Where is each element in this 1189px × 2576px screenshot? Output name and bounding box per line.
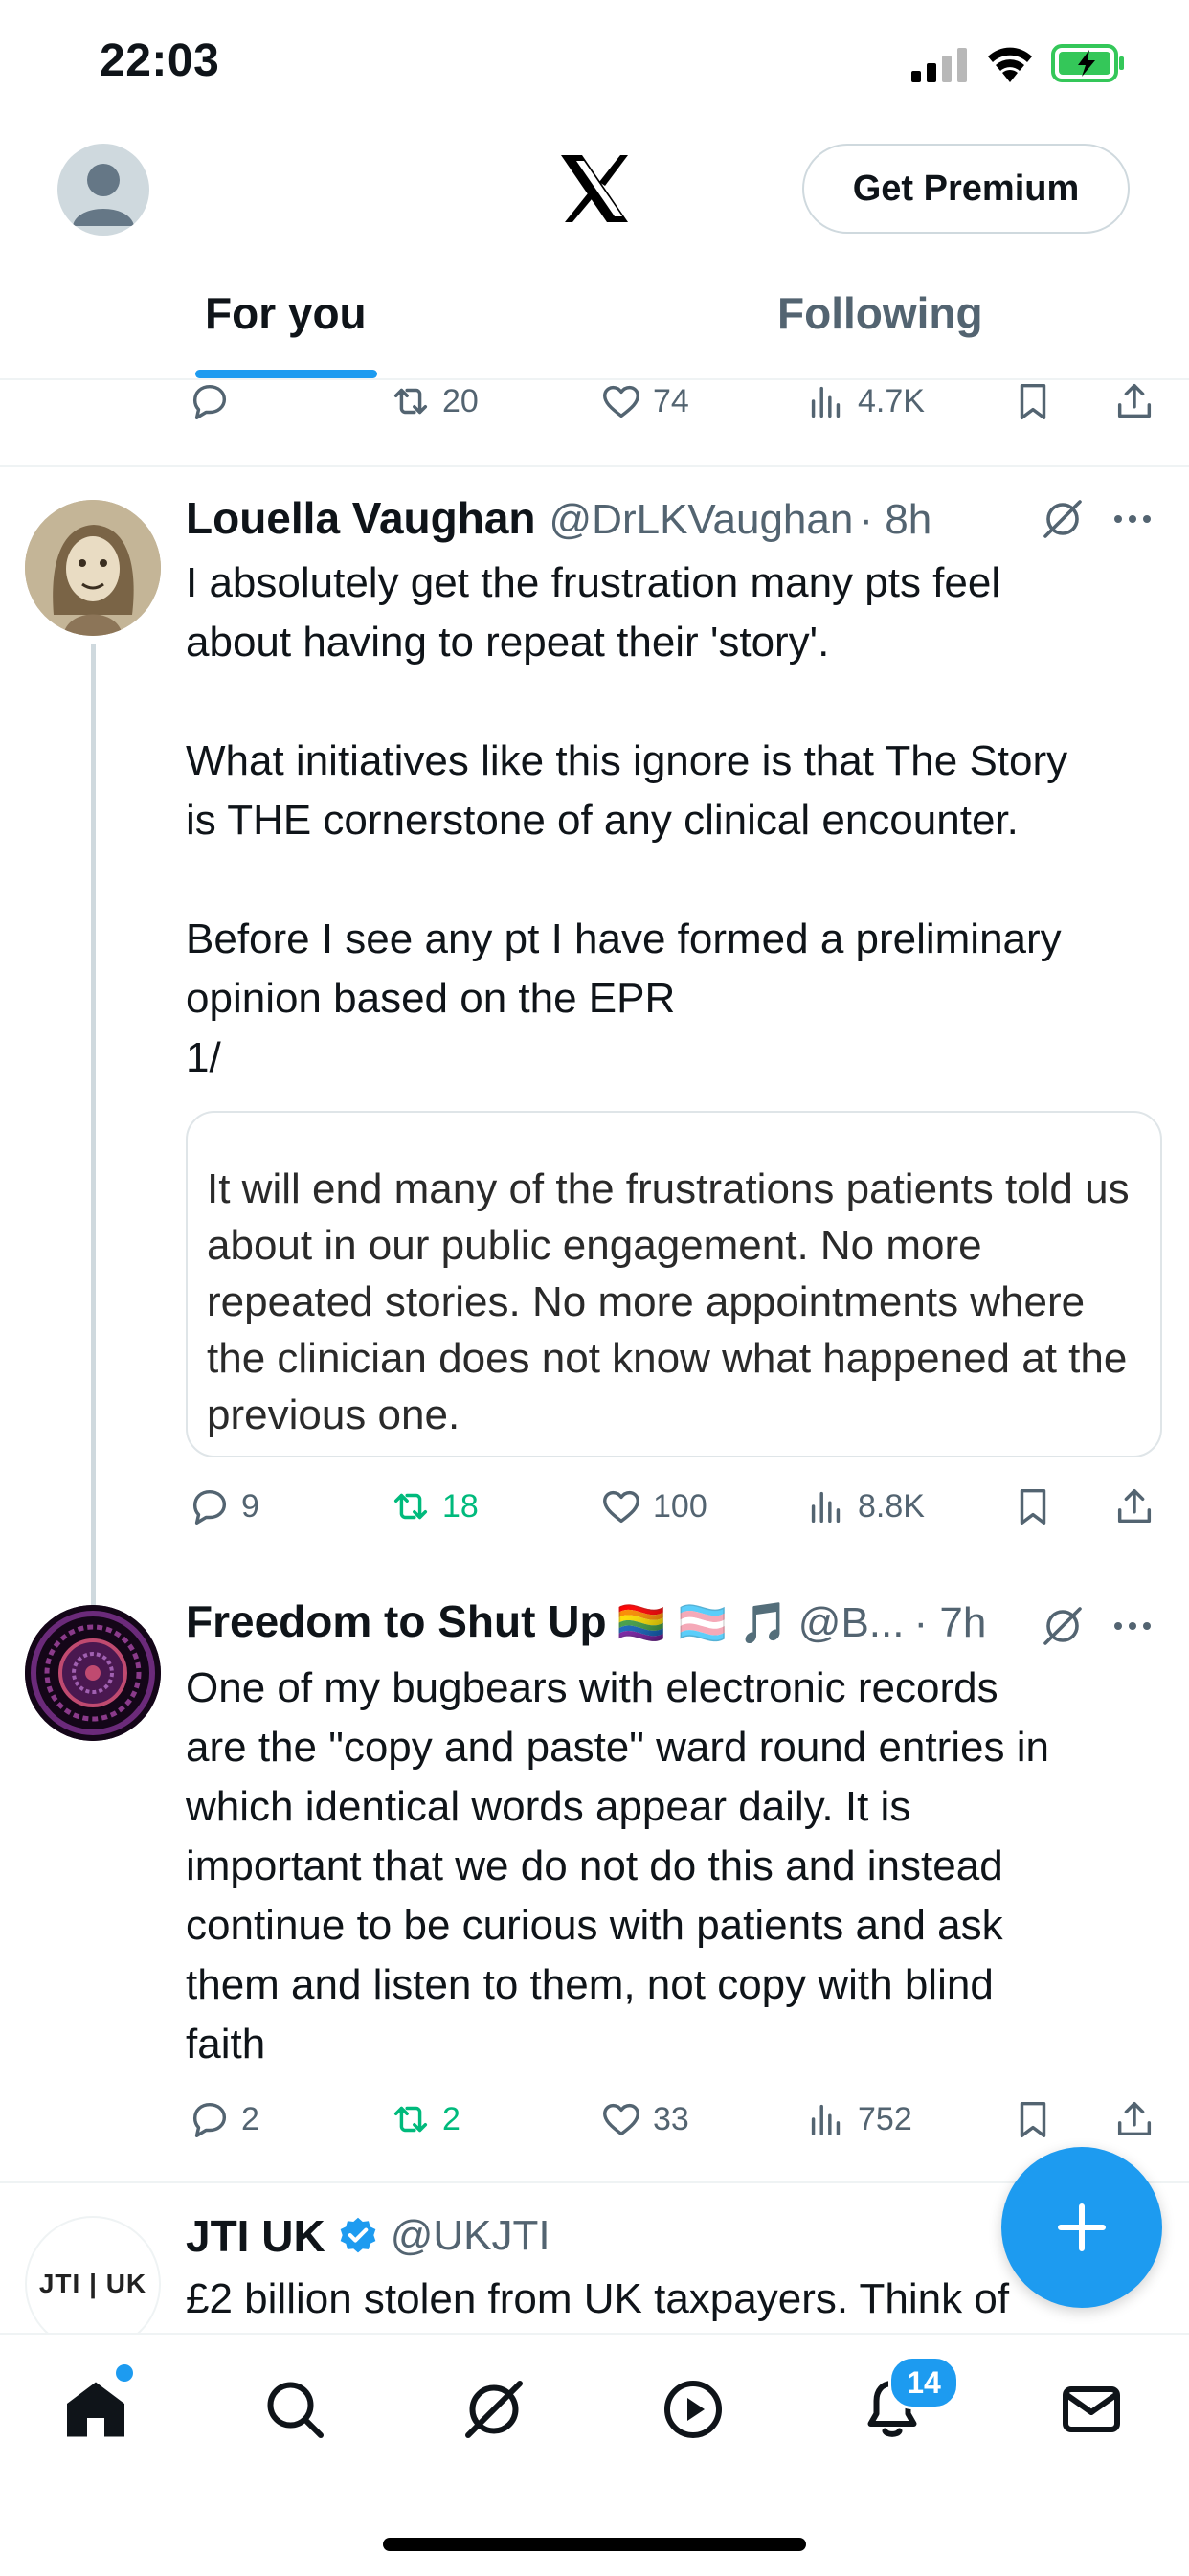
thread-connector	[91, 644, 96, 1605]
author-name[interactable]: Louella Vaughan	[186, 492, 536, 544]
grok-nav-icon[interactable]	[460, 2375, 528, 2444]
get-premium-button[interactable]: Get Premium	[802, 144, 1130, 234]
grok-icon[interactable]	[1040, 496, 1086, 547]
active-tab-indicator	[195, 370, 377, 378]
views-button[interactable]: 8.8K	[804, 1484, 925, 1528]
author-name[interactable]: JTI UK	[186, 2210, 325, 2262]
heart-icon	[603, 2103, 639, 2136]
more-options-icon[interactable]	[1110, 500, 1155, 543]
analytics-icon	[811, 386, 841, 418]
author-name[interactable]: Freedom to Shut Up	[186, 1595, 607, 1647]
tab-following[interactable]: Following	[777, 287, 983, 339]
reply-icon	[192, 1489, 227, 1525]
post-time: · 8h	[859, 496, 932, 543]
compose-post-button[interactable]	[1001, 2147, 1162, 2308]
notifications-badge: 14	[888, 2356, 959, 2409]
reply-button[interactable]: 2	[188, 2097, 259, 2141]
author-handle[interactable]: @DrLKVaughan	[550, 496, 854, 544]
bookmark-button[interactable]	[1011, 379, 1065, 423]
home-new-dot	[113, 2361, 136, 2384]
share-icon	[1117, 2101, 1152, 2136]
bookmark-button[interactable]	[1011, 1484, 1065, 1528]
bookmark-icon	[1020, 1488, 1046, 1525]
share-icon	[1117, 383, 1152, 418]
reply-button[interactable]	[188, 379, 241, 423]
avatar-logo-text: JTI | UK	[38, 2269, 147, 2298]
post-divider	[0, 465, 1189, 467]
x-logo-icon[interactable]	[555, 149, 634, 228]
bookmark-icon	[1020, 2101, 1046, 2137]
more-options-icon[interactable]	[1110, 1607, 1155, 1650]
like-count: 100	[653, 1487, 707, 1525]
share-button[interactable]	[1112, 379, 1166, 423]
post-time: · 7h	[913, 1599, 987, 1646]
post-text: I absolutely get the frustration many pt…	[186, 559, 1068, 1081]
repost-button[interactable]: 2	[389, 2097, 460, 2141]
repost-count: 18	[442, 1487, 479, 1525]
view-count: 8.8K	[858, 1487, 925, 1525]
reply-icon	[192, 2102, 227, 2137]
messages-envelope-icon[interactable]	[1057, 2375, 1126, 2444]
media-caption-text: It will end many of the frustrations pat…	[207, 1165, 1130, 1438]
heart-icon	[603, 1490, 639, 1524]
repost-count: 20	[442, 382, 479, 419]
analytics-icon	[811, 1491, 841, 1524]
view-count: 4.7K	[858, 382, 925, 419]
like-button[interactable]: 74	[599, 379, 689, 423]
reply-button[interactable]: 9	[188, 1484, 259, 1528]
video-play-icon[interactable]	[659, 2375, 728, 2444]
verified-badge-icon	[340, 2217, 376, 2253]
repost-button[interactable]: 18	[389, 1484, 479, 1528]
home-indicator	[383, 2538, 806, 2551]
post-avatar-jti[interactable]: JTI | UK	[25, 2216, 161, 2352]
wifi-icon	[984, 42, 1036, 87]
post-media-image[interactable]: ━━━ ━━ ━━━━━ ━━━━━ ━━━ ━━━ ━━ ━━━ ━━━ It…	[186, 1111, 1162, 1457]
analytics-icon	[811, 2104, 841, 2136]
views-button[interactable]: 4.7K	[804, 379, 925, 423]
plus-icon	[1058, 2203, 1106, 2251]
like-button[interactable]: 100	[599, 1484, 707, 1528]
home-icon[interactable]	[61, 2375, 130, 2444]
media-cropped-line: ━━━ ━━ ━━━━━ ━━━━━ ━━━ ━━━ ━━ ━━━ ━━━	[207, 1113, 1036, 1125]
bookmark-icon	[1020, 383, 1046, 419]
like-count: 74	[653, 382, 689, 419]
reply-count: 2	[241, 2100, 259, 2137]
views-button[interactable]: 752	[804, 2097, 912, 2141]
share-button[interactable]	[1112, 1484, 1166, 1528]
post-avatar-louella[interactable]	[25, 500, 161, 636]
post-text: £2 billion stolen from UK taxpayers. Thi…	[186, 2275, 1010, 2322]
repost-icon	[393, 388, 428, 415]
profile-avatar[interactable]	[57, 144, 149, 236]
grok-icon[interactable]	[1040, 1603, 1086, 1654]
post-avatar-freedom[interactable]	[25, 1605, 161, 1741]
post-divider	[0, 2181, 1189, 2183]
repost-icon	[393, 1493, 428, 1520]
status-time: 22:03	[100, 35, 220, 86]
tab-for-you[interactable]: For you	[205, 287, 367, 339]
bookmark-button[interactable]	[1011, 2097, 1065, 2141]
cellular-signal-icon	[911, 48, 969, 87]
view-count: 752	[858, 2100, 912, 2137]
reply-count: 9	[241, 1487, 259, 1525]
repost-button[interactable]: 20	[389, 379, 479, 423]
author-emoji: 🏳️‍🌈 🏳️‍⚧️ 🎵	[616, 1600, 789, 1645]
search-icon[interactable]	[260, 2375, 329, 2444]
post-text: One of my bugbears with electronic recor…	[186, 1664, 1049, 2068]
heart-icon	[603, 385, 639, 418]
author-handle[interactable]: @B...	[798, 1599, 905, 1647]
repost-icon	[393, 2106, 428, 2133]
like-count: 33	[653, 2100, 689, 2137]
reply-icon	[192, 384, 227, 419]
repost-count: 2	[442, 2100, 460, 2137]
share-button[interactable]	[1112, 2097, 1166, 2141]
share-icon	[1117, 1488, 1152, 1524]
like-button[interactable]: 33	[599, 2097, 689, 2141]
battery-charging-icon	[1051, 44, 1126, 87]
author-handle[interactable]: @UKJTI	[391, 2212, 550, 2260]
